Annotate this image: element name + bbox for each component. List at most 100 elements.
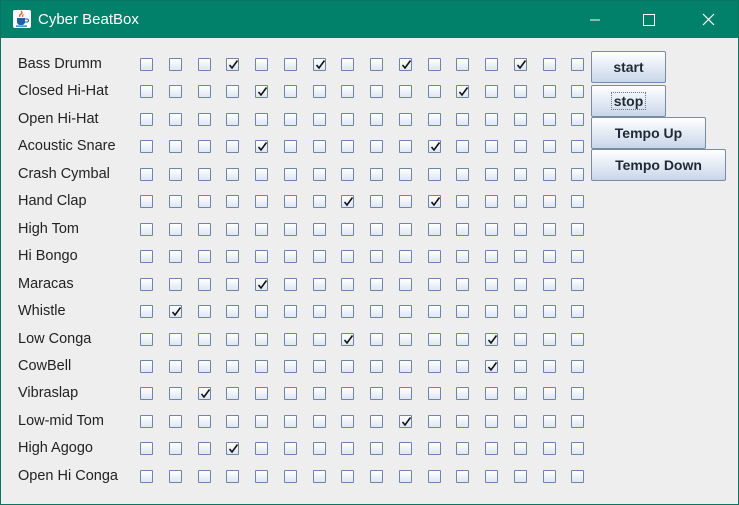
beat-checkbox[interactable] xyxy=(543,442,556,455)
beat-checkbox[interactable] xyxy=(198,195,211,208)
beat-checkbox[interactable] xyxy=(399,305,412,318)
beat-checkbox[interactable] xyxy=(571,470,584,483)
beat-checkbox[interactable] xyxy=(341,140,354,153)
beat-checkbox[interactable] xyxy=(198,140,211,153)
beat-checkbox[interactable] xyxy=(456,360,469,373)
beat-checkbox[interactable] xyxy=(485,195,498,208)
beat-checkbox[interactable] xyxy=(543,168,556,181)
beat-checkbox[interactable] xyxy=(341,415,354,428)
beat-checkbox[interactable] xyxy=(485,305,498,318)
beat-checkbox[interactable] xyxy=(140,58,153,71)
beat-checkbox[interactable] xyxy=(428,250,441,263)
beat-checkbox[interactable] xyxy=(226,442,239,455)
beat-checkbox[interactable] xyxy=(255,360,268,373)
beat-checkbox[interactable] xyxy=(485,278,498,291)
maximize-button[interactable] xyxy=(626,1,672,38)
beat-checkbox[interactable] xyxy=(571,333,584,346)
beat-checkbox[interactable] xyxy=(313,470,326,483)
beat-checkbox[interactable] xyxy=(543,470,556,483)
beat-checkbox[interactable] xyxy=(370,442,383,455)
beat-checkbox[interactable] xyxy=(571,415,584,428)
beat-checkbox[interactable] xyxy=(514,58,527,71)
beat-checkbox[interactable] xyxy=(169,387,182,400)
tempo-up-button[interactable]: Tempo Up xyxy=(591,117,706,149)
beat-checkbox[interactable] xyxy=(284,140,297,153)
beat-checkbox[interactable] xyxy=(226,223,239,236)
beat-checkbox[interactable] xyxy=(284,442,297,455)
beat-checkbox[interactable] xyxy=(313,333,326,346)
beat-checkbox[interactable] xyxy=(226,195,239,208)
beat-checkbox[interactable] xyxy=(255,442,268,455)
beat-checkbox[interactable] xyxy=(399,387,412,400)
beat-checkbox[interactable] xyxy=(370,333,383,346)
beat-checkbox[interactable] xyxy=(255,168,268,181)
beat-checkbox[interactable] xyxy=(543,85,556,98)
beat-checkbox[interactable] xyxy=(284,58,297,71)
beat-checkbox[interactable] xyxy=(140,195,153,208)
beat-checkbox[interactable] xyxy=(313,415,326,428)
beat-checkbox[interactable] xyxy=(284,85,297,98)
beat-checkbox[interactable] xyxy=(255,223,268,236)
beat-checkbox[interactable] xyxy=(341,360,354,373)
beat-checkbox[interactable] xyxy=(370,58,383,71)
beat-checkbox[interactable] xyxy=(428,360,441,373)
beat-checkbox[interactable] xyxy=(428,168,441,181)
beat-checkbox[interactable] xyxy=(514,360,527,373)
beat-checkbox[interactable] xyxy=(571,305,584,318)
beat-checkbox[interactable] xyxy=(428,278,441,291)
beat-checkbox[interactable] xyxy=(428,387,441,400)
beat-checkbox[interactable] xyxy=(140,113,153,126)
beat-checkbox[interactable] xyxy=(370,250,383,263)
beat-checkbox[interactable] xyxy=(399,333,412,346)
beat-checkbox[interactable] xyxy=(514,113,527,126)
beat-checkbox[interactable] xyxy=(514,442,527,455)
beat-checkbox[interactable] xyxy=(370,415,383,428)
beat-checkbox[interactable] xyxy=(456,415,469,428)
beat-checkbox[interactable] xyxy=(255,278,268,291)
beat-checkbox[interactable] xyxy=(370,470,383,483)
beat-checkbox[interactable] xyxy=(399,360,412,373)
beat-checkbox[interactable] xyxy=(543,195,556,208)
beat-checkbox[interactable] xyxy=(169,195,182,208)
beat-checkbox[interactable] xyxy=(341,195,354,208)
beat-checkbox[interactable] xyxy=(341,168,354,181)
beat-checkbox[interactable] xyxy=(485,360,498,373)
beat-checkbox[interactable] xyxy=(428,113,441,126)
beat-checkbox[interactable] xyxy=(198,470,211,483)
beat-checkbox[interactable] xyxy=(198,113,211,126)
beat-checkbox[interactable] xyxy=(198,415,211,428)
beat-checkbox[interactable] xyxy=(456,195,469,208)
title-bar[interactable]: Cyber BeatBox xyxy=(1,1,738,38)
beat-checkbox[interactable] xyxy=(543,58,556,71)
beat-checkbox[interactable] xyxy=(140,140,153,153)
beat-checkbox[interactable] xyxy=(456,250,469,263)
beat-checkbox[interactable] xyxy=(140,278,153,291)
beat-checkbox[interactable] xyxy=(226,113,239,126)
beat-checkbox[interactable] xyxy=(198,85,211,98)
beat-checkbox[interactable] xyxy=(226,250,239,263)
beat-checkbox[interactable] xyxy=(140,360,153,373)
beat-checkbox[interactable] xyxy=(226,168,239,181)
beat-checkbox[interactable] xyxy=(341,250,354,263)
beat-checkbox[interactable] xyxy=(456,470,469,483)
beat-checkbox[interactable] xyxy=(226,305,239,318)
beat-checkbox[interactable] xyxy=(313,442,326,455)
beat-checkbox[interactable] xyxy=(169,415,182,428)
beat-checkbox[interactable] xyxy=(399,58,412,71)
beat-checkbox[interactable] xyxy=(226,278,239,291)
beat-checkbox[interactable] xyxy=(313,223,326,236)
beat-checkbox[interactable] xyxy=(370,278,383,291)
beat-checkbox[interactable] xyxy=(514,85,527,98)
beat-checkbox[interactable] xyxy=(226,360,239,373)
beat-checkbox[interactable] xyxy=(514,250,527,263)
beat-checkbox[interactable] xyxy=(284,415,297,428)
beat-checkbox[interactable] xyxy=(456,278,469,291)
beat-checkbox[interactable] xyxy=(543,250,556,263)
beat-checkbox[interactable] xyxy=(284,333,297,346)
beat-checkbox[interactable] xyxy=(543,305,556,318)
beat-checkbox[interactable] xyxy=(514,195,527,208)
beat-checkbox[interactable] xyxy=(198,58,211,71)
beat-checkbox[interactable] xyxy=(341,58,354,71)
beat-checkbox[interactable] xyxy=(370,140,383,153)
beat-checkbox[interactable] xyxy=(456,85,469,98)
